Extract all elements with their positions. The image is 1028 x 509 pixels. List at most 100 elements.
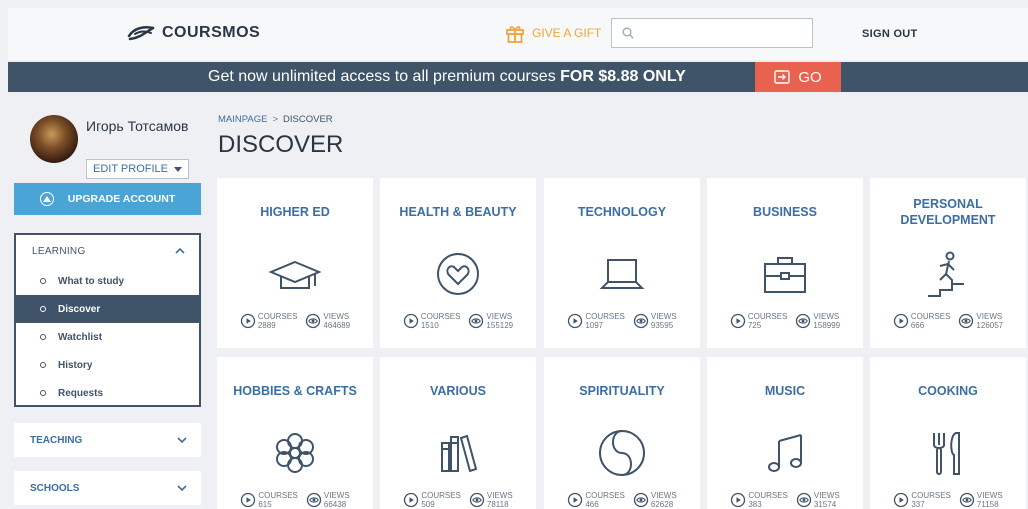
sidebar-item-watchlist[interactable]: Watchlist: [16, 323, 199, 351]
sidebar-section-schools[interactable]: SCHOOLS: [14, 471, 201, 505]
avatar[interactable]: [30, 115, 78, 163]
top-header: COURSMOS GIVE A GIFT SIGN OUT: [8, 8, 1028, 60]
views-label: VIEWS: [486, 312, 513, 321]
chevron-up-icon: [175, 247, 185, 254]
upgrade-account-button[interactable]: UPGRADE ACCOUNT: [14, 183, 201, 215]
bullet-icon: [40, 278, 46, 284]
laptop-icon: [594, 246, 650, 302]
music-note-icon: [757, 425, 813, 481]
category-card-higher-ed[interactable]: HIGHER ED COURSES 2889 VIEWS 464689: [217, 178, 373, 348]
views-label: VIEWS: [813, 312, 840, 321]
breadcrumb-home-link[interactable]: MAINPAGE: [218, 114, 267, 125]
courses-label: COURSES: [748, 491, 788, 500]
eye-icon: [959, 313, 974, 329]
category-title: VARIOUS: [429, 384, 487, 398]
courses-label: COURSES: [421, 491, 461, 500]
books-icon: [430, 425, 486, 481]
breadcrumb: MAINPAGE > DISCOVER: [218, 114, 333, 125]
play-icon: [568, 492, 583, 508]
views-stat: VIEWS 31574: [796, 491, 840, 509]
courses-count: 1097: [585, 321, 604, 330]
learning-label: LEARNING: [32, 245, 86, 257]
category-card-technology[interactable]: TECHNOLOGY COURSES 1097 VIEWS 93595: [544, 178, 700, 348]
sidebar-item-label: What to study: [58, 275, 125, 287]
breadcrumb-current: DISCOVER: [283, 114, 333, 125]
category-card-health-beauty[interactable]: HEALTH & BEAUTY COURSES 1510 VIEWS 155129: [380, 178, 536, 348]
search-box[interactable]: [611, 18, 813, 48]
courses-count: 1510: [420, 321, 439, 330]
eye-icon: [306, 313, 321, 329]
briefcase-icon: [757, 246, 813, 302]
views-stat: VIEWS 126057: [958, 312, 1003, 330]
sidebar-item-discover[interactable]: Discover: [16, 295, 199, 323]
give-a-gift-link[interactable]: GIVE A GIFT: [504, 22, 601, 44]
category-card-hobbies-crafts[interactable]: HOBBIES & CRAFTS COURSES 615 VIEWS 66438: [217, 357, 373, 509]
yin-yang-icon: [594, 425, 650, 481]
category-title: TECHNOLOGY: [577, 205, 667, 219]
gift-icon: [506, 26, 524, 43]
category-card-business[interactable]: BUSINESS COURSES 725 VIEWS 158999: [707, 178, 863, 348]
category-stats: COURSES 725 VIEWS 158999: [707, 312, 863, 330]
sidebar-item-history[interactable]: History: [16, 351, 199, 379]
play-icon: [240, 313, 256, 329]
category-title: PERSONAL DEVELOPMENT: [900, 197, 996, 227]
edit-profile-button[interactable]: EDIT PROFILE: [86, 159, 189, 179]
courses-stat: COURSES 2889: [240, 312, 297, 330]
play-icon: [404, 492, 419, 508]
play-icon: [893, 313, 909, 329]
category-title: SPIRITUALITY: [579, 384, 665, 398]
play-icon: [894, 492, 909, 508]
learning-menu-header[interactable]: LEARNING: [16, 235, 199, 267]
sidebar-item-what-to-study[interactable]: What to study: [16, 267, 199, 295]
sidebar-section-teaching[interactable]: TEACHING: [14, 423, 201, 457]
go-label: GO: [798, 68, 822, 86]
play-icon: [730, 313, 746, 329]
views-count: 126057: [976, 321, 1004, 330]
category-title: HEALTH & BEAUTY: [399, 205, 517, 219]
search-icon: [622, 27, 634, 39]
category-card-music[interactable]: MUSIC COURSES 383 VIEWS 31574: [707, 357, 863, 509]
courses-count: 383: [748, 500, 762, 509]
sidebar-item-label: Discover: [58, 303, 101, 315]
category-stats: COURSES 337 VIEWS 71158: [870, 491, 1026, 509]
page-title: DISCOVER: [218, 131, 344, 158]
views-stat: VIEWS 93595: [633, 312, 677, 330]
sign-out-link[interactable]: SIGN OUT: [862, 28, 918, 40]
category-stats: COURSES 383 VIEWS 31574: [707, 491, 863, 509]
play-icon: [403, 313, 419, 329]
stairs-climber-icon: [920, 246, 976, 302]
views-stat: VIEWS 158999: [795, 312, 840, 330]
logo[interactable]: COURSMOS: [126, 24, 260, 42]
courses-label: COURSES: [585, 312, 625, 321]
category-card-cooking[interactable]: COOKING COURSES 337 VIEWS 71158: [870, 357, 1026, 509]
eye-icon: [796, 492, 812, 508]
eye-icon: [633, 313, 649, 329]
promo-text: Get now unlimited access to all premium …: [208, 68, 686, 86]
courses-count: 725: [747, 321, 762, 330]
views-count: 155129: [486, 321, 514, 330]
sidebar-item-label: Requests: [58, 387, 104, 399]
go-button[interactable]: GO: [755, 62, 841, 92]
search-input[interactable]: [642, 26, 802, 40]
category-title: HIGHER ED: [260, 205, 330, 219]
user-name: Игорь Тотсамов: [86, 118, 189, 134]
views-label: VIEWS: [976, 312, 1003, 321]
courses-stat: COURSES 466: [567, 491, 625, 509]
views-stat: VIEWS 155129: [468, 312, 513, 330]
eye-icon: [306, 492, 322, 508]
edit-profile-label: EDIT PROFILE: [93, 163, 168, 175]
views-label: VIEWS: [650, 312, 677, 321]
category-card-various[interactable]: VARIOUS COURSES 509 VIEWS 78118: [380, 357, 536, 509]
sidebar-item-requests[interactable]: Requests: [16, 379, 199, 407]
category-stats: COURSES 2889 VIEWS 464689: [217, 312, 373, 330]
bullet-icon: [40, 362, 46, 368]
category-card-personal-development[interactable]: PERSONAL DEVELOPMENT COURSES 666 VIEWS 12605…: [870, 178, 1026, 348]
schools-label: SCHOOLS: [30, 482, 80, 494]
views-stat: VIEWS 71158: [959, 491, 1003, 509]
play-icon: [731, 492, 746, 508]
category-card-spirituality[interactable]: SPIRITUALITY COURSES 466 VIEWS 62628: [544, 357, 700, 509]
views-count: 78118: [486, 500, 509, 509]
give-a-gift-label: GIVE A GIFT: [532, 26, 602, 40]
eye-icon: [633, 492, 649, 508]
category-stats: COURSES 1097 VIEWS 93595: [544, 312, 700, 330]
